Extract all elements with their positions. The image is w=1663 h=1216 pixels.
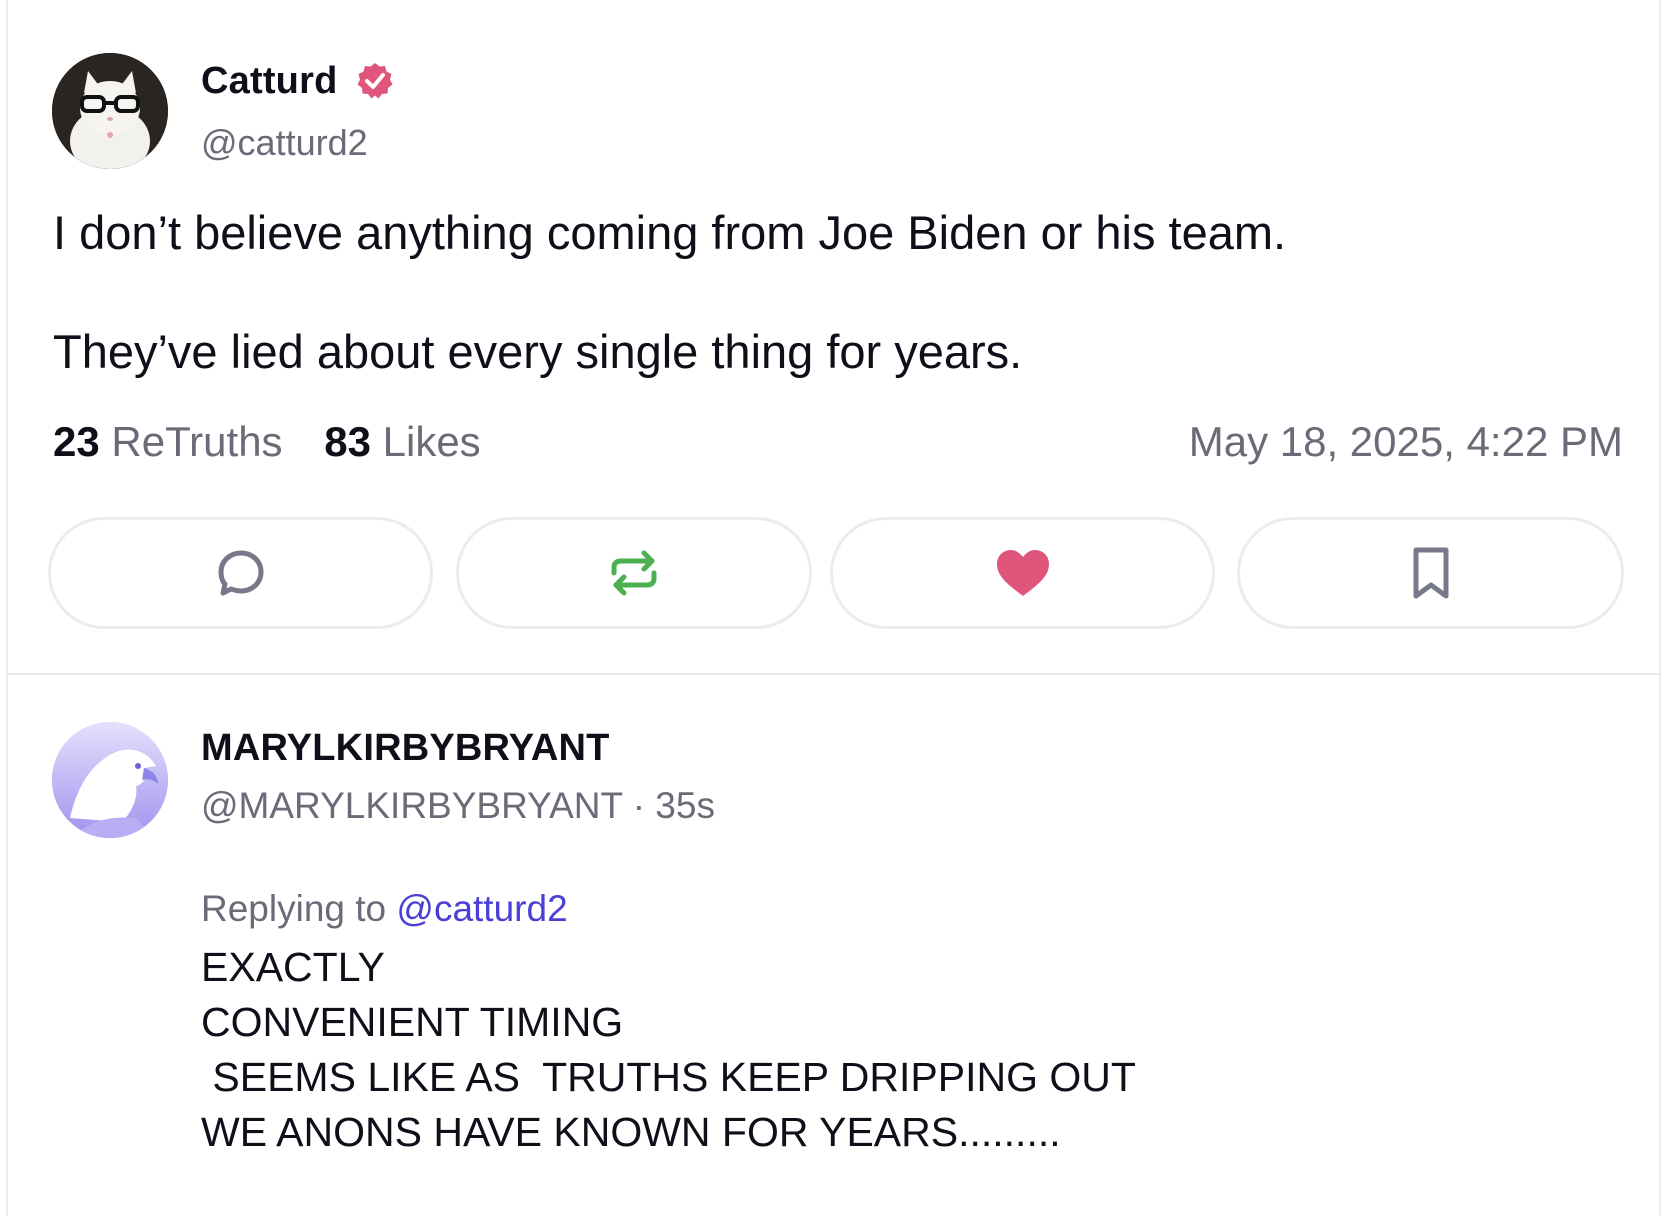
post-stats: 23 ReTruths 83 Likes — [53, 418, 511, 466]
replying-label: Replying to — [201, 888, 387, 929]
retruths-count: 23 — [53, 418, 100, 465]
reply-time-ago: 35s — [655, 785, 715, 826]
cat-with-glasses-avatar-icon — [52, 53, 168, 169]
reply-body-line: EXACTLY — [201, 944, 385, 990]
replying-to: Replying to @catturd2 — [201, 888, 568, 930]
reply-body-line: WE ANONS HAVE KNOWN FOR YEARS......... — [201, 1109, 1061, 1155]
likes-label: Likes — [382, 418, 481, 465]
author-name[interactable]: Catturd — [201, 60, 338, 103]
reply-icon — [218, 550, 263, 596]
post-timestamp: May 18, 2025, 4:22 PM — [1188, 418, 1623, 465]
likes-stat[interactable]: 83 Likes — [324, 418, 480, 465]
reply-body: EXACTLY CONVENIENT TIMING SEEMS LIKE AS T… — [201, 940, 1136, 1160]
like-button[interactable] — [830, 517, 1215, 629]
reply-body-line: SEEMS LIKE AS TRUTHS KEEP DRIPPING OUT — [201, 1054, 1136, 1100]
bookmark-button[interactable] — [1237, 517, 1624, 629]
author-avatar[interactable] — [52, 53, 168, 169]
retruth-button[interactable] — [456, 517, 812, 629]
feed-frame: Catturd @catturd2 I don’t believe anythi… — [6, 0, 1661, 1216]
verified-badge-icon — [357, 63, 393, 99]
reply-author-avatar[interactable] — [52, 722, 168, 838]
retruths-stat[interactable]: 23 ReTruths — [53, 418, 283, 465]
author-handle[interactable]: @catturd2 — [201, 122, 368, 164]
retruths-label: ReTruths — [111, 418, 283, 465]
reply-author-meta: @MARYLKIRBYBRYANT · 35s — [201, 785, 715, 827]
retruth-icon — [611, 550, 657, 596]
reply-author-handle[interactable]: @MARYLKIRBYBRYANT — [201, 785, 622, 826]
main-post: Catturd @catturd2 I don’t believe anythi… — [8, 0, 1659, 675]
post-text-line: I don’t believe anything coming from Joe… — [53, 206, 1287, 259]
meta-separator: · — [632, 785, 656, 826]
reply-body-line: CONVENIENT TIMING — [201, 999, 624, 1045]
reply-post: MARYLKIRBYBRYANT @MARYLKIRBYBRYANT · 35s… — [8, 676, 1659, 1216]
reply-author-name[interactable]: MARYLKIRBYBRYANT — [201, 727, 610, 770]
likes-count: 83 — [324, 418, 371, 465]
heart-icon — [996, 550, 1049, 596]
bookmark-icon — [1413, 547, 1448, 599]
replying-mention-link[interactable]: @catturd2 — [396, 888, 567, 929]
eagle-avatar-icon — [52, 722, 168, 838]
reply-button[interactable] — [48, 517, 433, 629]
post-text-line: They’ve lied about every single thing fo… — [53, 325, 1023, 378]
